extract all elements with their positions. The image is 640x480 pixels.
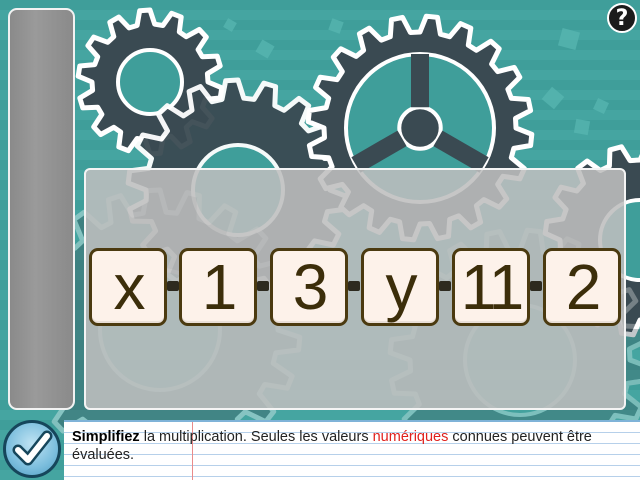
instruction-verb: Simplifiez <box>72 429 140 445</box>
question-icon: ? <box>615 5 629 31</box>
tile-label: 11 <box>460 251 524 323</box>
tile-label: 3 <box>292 251 329 323</box>
instruction-text: Simplifiez la multiplication. Seules les… <box>72 428 632 464</box>
side-panel <box>8 8 75 410</box>
multiply-dot <box>439 281 451 291</box>
instruction-segment: la multiplication. Seules les valeurs <box>139 429 373 445</box>
multiply-dot <box>257 281 269 291</box>
check-icon <box>12 430 53 466</box>
multiply-dot <box>348 281 360 291</box>
check-button[interactable] <box>3 420 61 478</box>
tile-label: 2 <box>565 251 602 323</box>
tile-label: y <box>385 251 418 323</box>
expression-tile[interactable]: 1 <box>179 248 257 326</box>
tile-label: 1 <box>201 251 238 323</box>
multiply-dot <box>167 281 179 291</box>
expression-tile[interactable]: 11 <box>452 248 530 326</box>
expression-tile[interactable]: 3 <box>270 248 348 326</box>
instruction-highlight: numériques <box>372 429 449 445</box>
expression-tile[interactable]: 2 <box>543 248 621 326</box>
instruction-panel: Simplifiez la multiplication. Seules les… <box>64 420 640 480</box>
expression-tile[interactable]: y <box>361 248 439 326</box>
tile-label: x <box>113 251 146 323</box>
multiply-dot <box>530 281 542 291</box>
help-button[interactable]: ? <box>607 3 637 33</box>
expression-tile[interactable]: x <box>89 248 167 326</box>
expression-tiles: x 1 3 y 11 2 <box>89 248 623 328</box>
